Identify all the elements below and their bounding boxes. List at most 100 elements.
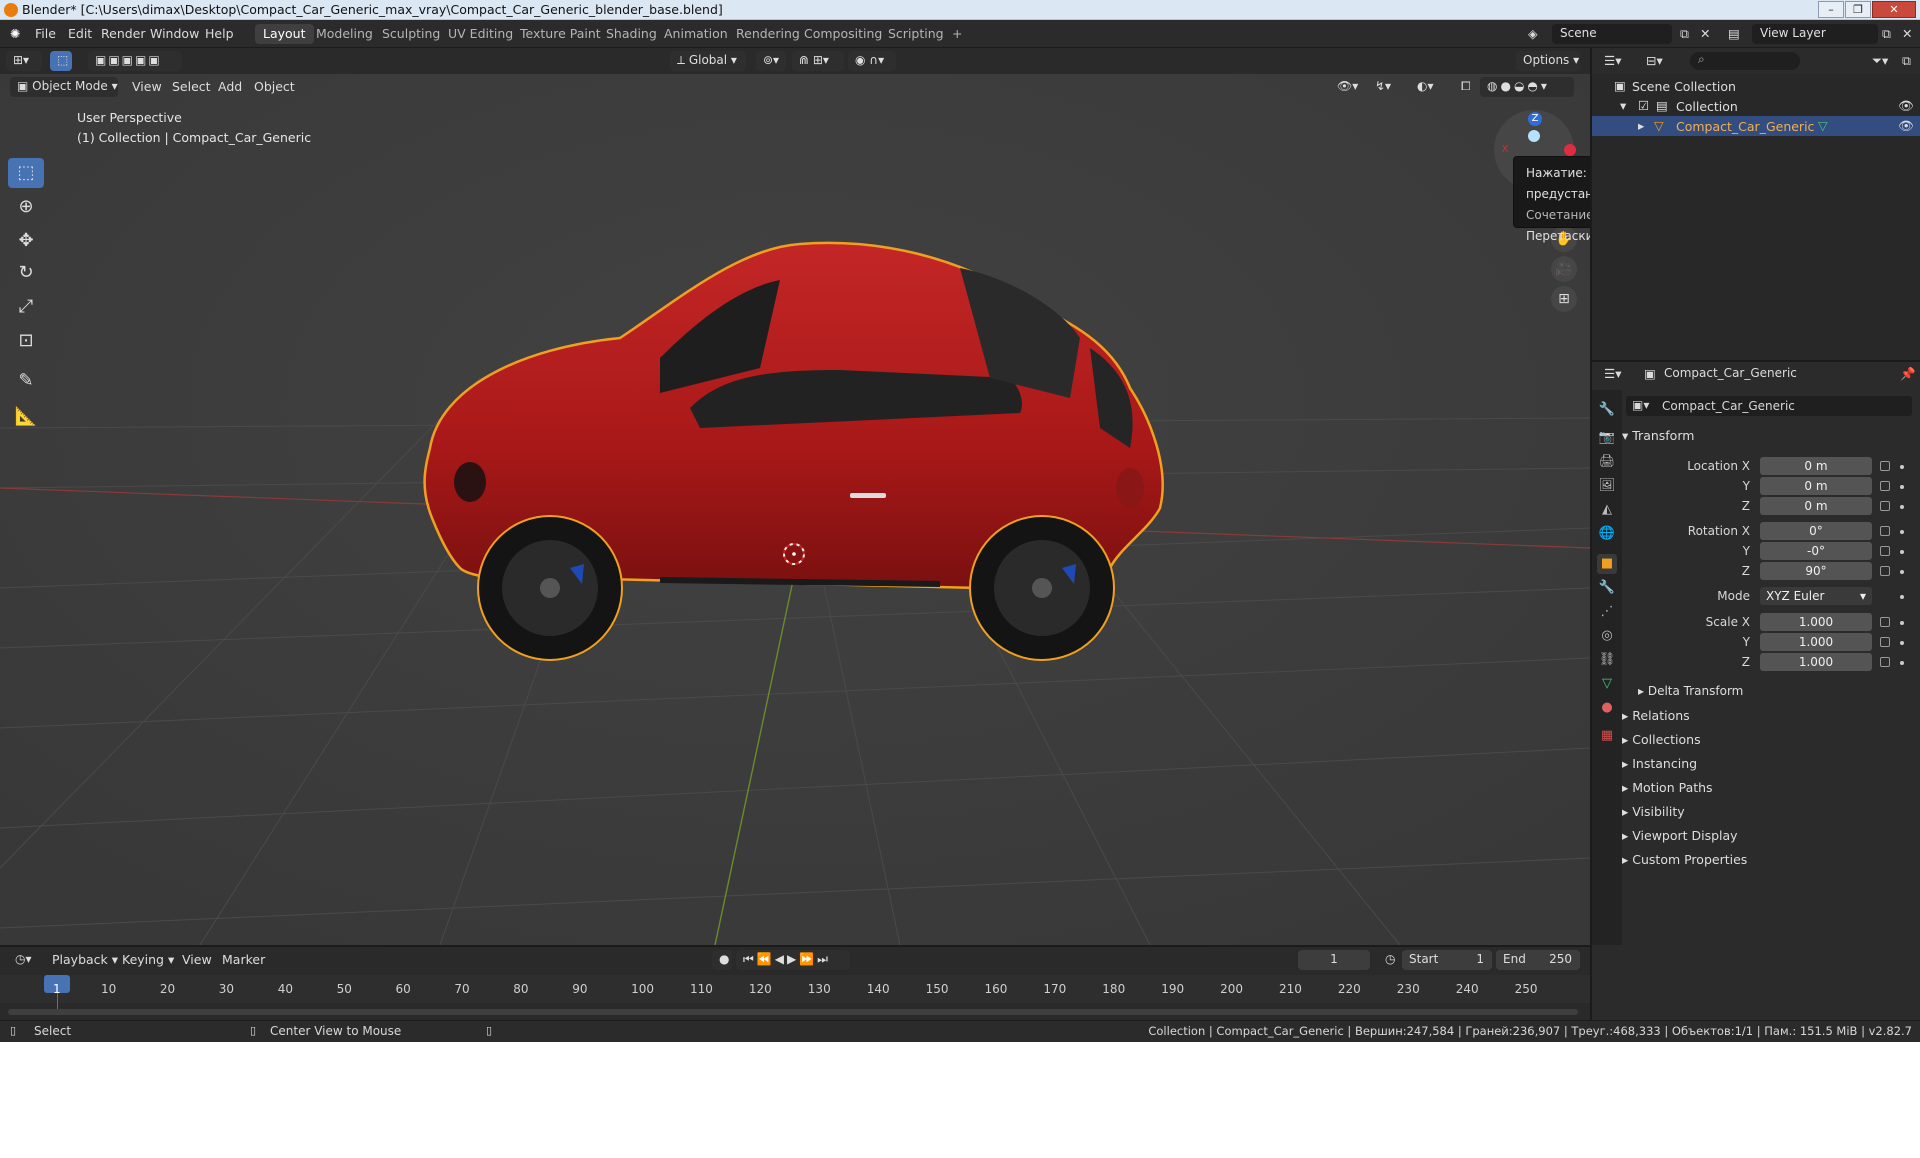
scale-z-field[interactable]: 1.000 <box>1760 653 1872 671</box>
gizmo-x-axis-icon[interactable]: X <box>1498 144 1512 158</box>
tab-animation[interactable]: Animation <box>656 24 736 44</box>
new-view-layer-icon[interactable]: ⧉ <box>1882 26 1891 42</box>
constraints-tab-icon[interactable]: ⛓ <box>1597 650 1617 670</box>
rotation-x-field[interactable]: 0° <box>1760 522 1872 540</box>
physics-tab-icon[interactable]: ◎ <box>1597 626 1617 646</box>
location-x-field[interactable]: 0 m <box>1760 457 1872 475</box>
maximize-button[interactable]: ❐ <box>1845 1 1871 18</box>
data-tab-icon[interactable]: ▽ <box>1597 674 1617 694</box>
texture-tab-icon[interactable]: ▦ <box>1597 726 1617 746</box>
collection-expand-icon[interactable]: ▾ <box>1620 98 1626 113</box>
outliner-collection-row[interactable]: ▾ ☑ ▤ Collection 👁 <box>1592 96 1920 116</box>
scale-x-keyframe-dot[interactable] <box>1900 621 1904 625</box>
rotation-mode-dropdown[interactable]: XYZ Euler ▾ <box>1760 587 1872 605</box>
gizmo-neg-x-axis-icon[interactable] <box>1564 144 1576 156</box>
move-tool-icon[interactable]: ✥ <box>8 226 44 256</box>
outliner-editor-icon[interactable]: ☰▾ <box>1604 53 1621 68</box>
timeline-scrollbar[interactable] <box>8 1009 1578 1015</box>
instancing-panel[interactable]: ▸ Instancing <box>1622 756 1697 771</box>
tab-scripting[interactable]: Scripting <box>880 24 952 44</box>
collections-panel[interactable]: ▸ Collections <box>1622 732 1701 747</box>
snap-icon[interactable]: ⋒ ⊞▾ <box>792 51 844 71</box>
annotate-tool-icon[interactable]: ✎ <box>8 366 44 396</box>
viewport-menu-view[interactable]: View <box>132 79 162 94</box>
menu-help[interactable]: Help <box>205 26 234 41</box>
location-y-lock-icon[interactable] <box>1880 481 1890 491</box>
object-mode-dropdown[interactable]: ▣ Object Mode ▾ <box>10 77 118 97</box>
options-dropdown[interactable]: Options ▾ <box>1516 51 1580 71</box>
current-frame-field[interactable]: 1 <box>1298 950 1370 970</box>
playback-controls-icons[interactable]: ⏮⏪◀▶⏩⏭ <box>736 950 850 970</box>
viewport-menu-select[interactable]: Select <box>172 79 211 94</box>
camera-view-icon[interactable]: 🎥 <box>1551 256 1577 282</box>
outliner-object-row[interactable]: ▸ ▽ Compact_Car_Generic ▽ 👁 <box>1592 116 1920 136</box>
tool-tab-icon[interactable]: 🔧 <box>1597 400 1617 420</box>
gizmo-toggle-icon[interactable]: ↯▾ <box>1368 77 1402 97</box>
scale-y-keyframe-dot[interactable] <box>1900 641 1904 645</box>
timeline-editor-icon[interactable]: ◷▾ <box>8 950 40 970</box>
tab-uv-editing[interactable]: UV Editing <box>440 24 521 44</box>
tab-compositing[interactable]: Compositing <box>796 24 890 44</box>
tab-texture-paint[interactable]: Texture Paint <box>512 24 609 44</box>
scale-z-lock-icon[interactable] <box>1880 657 1890 667</box>
object-expand-icon[interactable]: ▸ <box>1638 118 1644 133</box>
gizmo-y-axis-icon[interactable] <box>1528 130 1540 142</box>
location-z-lock-icon[interactable] <box>1880 501 1890 511</box>
add-workspace-button[interactable]: + <box>944 24 970 44</box>
rotation-y-lock-icon[interactable] <box>1880 546 1890 556</box>
rotation-y-keyframe-dot[interactable] <box>1900 550 1904 554</box>
properties-editor-icon[interactable]: ☰▾ <box>1604 366 1621 381</box>
location-y-field[interactable]: 0 m <box>1760 477 1872 495</box>
close-button[interactable]: ✕ <box>1872 1 1916 18</box>
tab-shading[interactable]: Shading <box>598 24 665 44</box>
minimize-button[interactable]: – <box>1818 1 1844 18</box>
xray-icon[interactable]: ⧠ <box>1454 77 1474 97</box>
modifier-tab-icon[interactable]: 🔧 <box>1597 578 1617 598</box>
menu-render[interactable]: Render <box>101 26 146 41</box>
viewport-display-panel[interactable]: ▸ Viewport Display <box>1622 828 1738 843</box>
selection-mode-icons[interactable]: ▣▣▣▣▣ <box>88 51 182 71</box>
view-layer-selector[interactable]: View Layer <box>1752 24 1878 44</box>
cursor-tool-icon[interactable]: ⊕ <box>8 192 44 222</box>
rotation-z-field[interactable]: 90° <box>1760 562 1872 580</box>
scale-z-keyframe-dot[interactable] <box>1900 661 1904 665</box>
particles-tab-icon[interactable]: ⋰ <box>1597 602 1617 622</box>
timeline-menu-playback[interactable]: Playback ▾ <box>52 952 118 967</box>
rotation-y-field[interactable]: -0° <box>1760 542 1872 560</box>
start-frame-field[interactable]: Start 1 <box>1402 950 1492 970</box>
menu-file[interactable]: File <box>35 26 56 41</box>
select-box-tool-icon[interactable]: ⬚ <box>8 158 44 188</box>
scale-y-field[interactable]: 1.000 <box>1760 633 1872 651</box>
tab-modeling[interactable]: Modeling <box>308 24 381 44</box>
collection-visibility-icon[interactable]: 👁 <box>1898 98 1914 114</box>
gizmo-z-axis-icon[interactable]: Z <box>1528 112 1542 126</box>
scale-y-lock-icon[interactable] <box>1880 637 1890 647</box>
timeline-menu-view[interactable]: View <box>182 952 212 967</box>
object-visibility-icon[interactable]: 👁 <box>1898 118 1914 134</box>
scene-tab-icon[interactable]: ◭ <box>1597 500 1617 520</box>
proportional-edit-icon[interactable]: ◉ ∩▾ <box>848 51 896 71</box>
preview-range-icon[interactable]: ◷ <box>1378 950 1398 970</box>
location-y-keyframe-dot[interactable] <box>1900 485 1904 489</box>
relations-panel[interactable]: ▸ Relations <box>1622 708 1690 723</box>
delete-scene-icon[interactable]: ✕ <box>1700 26 1710 41</box>
render-tab-icon[interactable]: 📷 <box>1597 428 1617 448</box>
rotation-x-lock-icon[interactable] <box>1880 526 1890 536</box>
object-tab-icon[interactable]: ■ <box>1597 554 1617 574</box>
scale-x-lock-icon[interactable] <box>1880 617 1890 627</box>
display-mode-icon[interactable]: ⊟▾ <box>1646 53 1663 68</box>
location-x-keyframe-dot[interactable] <box>1900 465 1904 469</box>
scene-selector[interactable]: Scene <box>1552 24 1672 44</box>
tab-layout[interactable]: Layout <box>255 24 314 44</box>
timeline-menu-keying[interactable]: Keying ▾ <box>122 952 174 967</box>
menu-edit[interactable]: Edit <box>68 26 92 41</box>
select-tool-icon[interactable]: ⬚ <box>50 51 72 71</box>
collection-checkbox[interactable]: ☑ <box>1638 98 1649 113</box>
new-collection-icon[interactable]: ⧉ <box>1902 53 1911 69</box>
scale-tool-icon[interactable]: ⤢ <box>8 292 44 322</box>
location-x-lock-icon[interactable] <box>1880 461 1890 471</box>
viewport-menu-object[interactable]: Object <box>254 79 295 94</box>
menu-window[interactable]: Window <box>150 26 199 41</box>
end-frame-field[interactable]: End 250 <box>1496 950 1580 970</box>
rotate-tool-icon[interactable]: ↻ <box>8 258 44 288</box>
